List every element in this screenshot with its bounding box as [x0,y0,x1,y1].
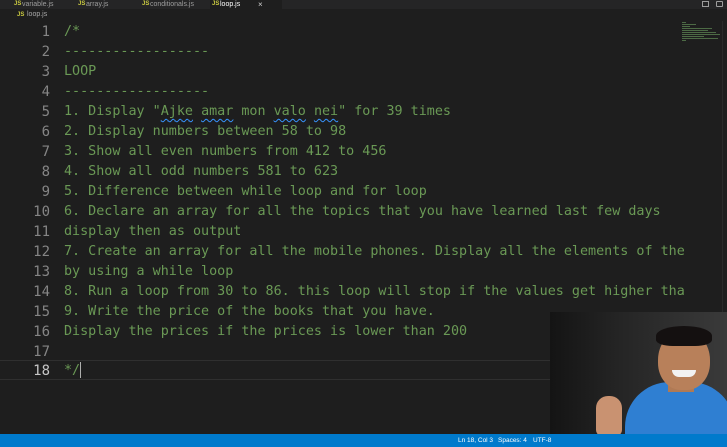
line-number: 6 [41,124,50,140]
line-number: 17 [33,344,50,360]
line-text: */ [64,361,82,381]
code-line: 14 8. Run a loop from 30 to 86. this loo… [0,282,727,302]
text-cursor [80,362,82,378]
line-text: 2. Display numbers between 58 to 98 [64,124,347,139]
indentation-setting[interactable]: Spaces: 4 [498,434,527,447]
line-number: 5 [41,104,50,120]
minimap-line [682,26,690,27]
line-text: 5. Difference between while loop and for… [64,184,427,199]
minimap-line [682,22,686,23]
tab-conditionals-js[interactable]: JS conditionals.js [140,0,216,9]
text-segment: " for 39 times [338,104,451,119]
js-file-icon: JS [14,1,22,7]
line-text: display then as output [64,224,242,239]
spelling-word: amar [201,104,234,119]
js-file-icon: JS [212,1,220,7]
encoding-setting[interactable]: UTF-8 [533,434,551,447]
minimap[interactable] [680,22,724,42]
tab-loop-js[interactable]: JS loop.js [210,0,282,9]
code-line: 6 2. Display numbers between 58 to 98 [0,122,727,142]
code-line: 11 display then as output [0,222,727,242]
text-segment: */ [64,363,81,378]
code-line: 5 1. Display "Ajke amar mon valo nei" fo… [0,102,727,122]
text-segment [306,104,314,119]
js-file-icon: JS [17,12,25,18]
line-number: 16 [33,324,50,340]
cursor-position[interactable]: Ln 18, Col 3 [458,434,493,447]
tab-bar: JS variable.js JS array.js JS conditiona… [0,0,727,9]
code-line: 8 4. Show all odd numbers 581 to 623 [0,162,727,182]
webcam-overlay [550,312,727,434]
tab-label: array.js [86,1,109,8]
line-number: 14 [33,284,50,300]
code-line: 4 ------------------ [0,82,727,102]
code-line: 2 ------------------ [0,42,727,62]
code-line: 12 7. Create an array for all the mobile… [0,242,727,262]
line-text: 1. Display "Ajke amar mon valo nei" for … [64,102,451,122]
line-number: 3 [41,64,50,80]
status-bar: Ln 18, Col 3 Spaces: 4 UTF-8 [0,434,727,447]
spelling-word: valo [273,104,306,119]
presenter-smile [672,370,696,377]
minimap-line [682,34,720,35]
code-line: 3 LOOP [0,62,727,82]
minimap-line [682,24,696,25]
line-number: 2 [41,44,50,60]
line-number: 12 [33,244,50,260]
code-line: 13 by using a while loop [0,262,727,282]
line-text: 8. Run a loop from 30 to 86. this loop w… [64,284,685,299]
minimap-line [682,36,704,37]
line-text: /* [64,24,81,39]
text-segment: 1. Display " [64,104,161,119]
line-number: 18 [33,363,50,379]
line-text: 3. Show all even numbers from 412 to 456 [64,144,387,159]
minimap-line [682,28,712,29]
line-number: 4 [41,84,50,100]
code-line: 7 3. Show all even numbers from 412 to 4… [0,142,727,162]
minimap-line [682,38,718,39]
tab-array-js[interactable]: JS array.js [76,0,146,9]
line-number: 1 [41,24,50,40]
line-number: 10 [33,204,50,220]
line-text: Display the prices if the prices is lowe… [64,324,468,339]
js-file-icon: JS [78,1,86,7]
js-file-icon: JS [142,1,150,7]
tab-label: variable.js [22,1,54,8]
line-number: 13 [33,264,50,280]
line-number: 15 [33,304,50,320]
code-line: 9 5. Difference between while loop and f… [0,182,727,202]
breadcrumb-file[interactable]: loop.js [27,9,47,21]
tab-label: conditionals.js [150,1,194,8]
breadcrumb: JS loop.js [0,9,727,21]
line-number: 11 [33,224,50,240]
presenter-hair [656,326,712,346]
spelling-word: nei [313,104,339,119]
minimap-line [682,40,686,41]
close-tab-icon[interactable]: × [258,0,263,9]
code-line: 1 /* [0,22,727,42]
text-segment [193,104,201,119]
presenter-hand [596,396,622,434]
line-number: 8 [41,164,50,180]
line-text: 7. Create an array for all the mobile ph… [64,244,685,259]
more-actions-icon[interactable] [716,1,723,7]
line-text: ------------------ [64,44,210,59]
line-text: by using a while loop [64,264,234,279]
line-text: 9. Write the price of the books that you… [64,304,435,319]
text-segment: mon [233,104,274,119]
spelling-word: Ajke [160,104,193,119]
line-text: LOOP [64,64,97,79]
line-text: 6. Declare an array for all the topics t… [64,204,661,219]
line-number: 9 [41,184,50,200]
line-text: 4. Show all odd numbers 581 to 623 [64,164,339,179]
split-editor-icon[interactable] [702,1,709,7]
code-line: 10 6. Declare an array for all the topic… [0,202,727,222]
line-text: ------------------ [64,84,210,99]
minimap-line [682,32,716,33]
minimap-line [682,30,708,31]
tab-label: loop.js [220,1,241,8]
line-number: 7 [41,144,50,160]
